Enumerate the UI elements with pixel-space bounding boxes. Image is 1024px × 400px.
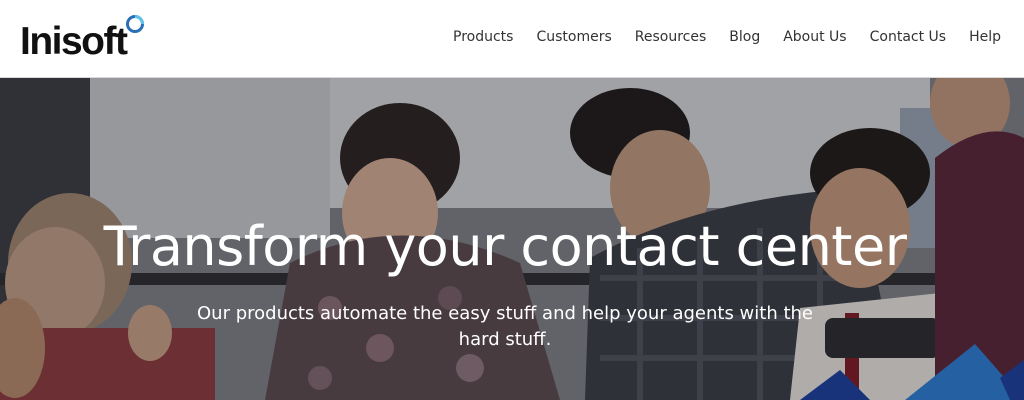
nav-contact-us[interactable]: Contact Us bbox=[870, 27, 946, 47]
nav-products[interactable]: Products bbox=[453, 27, 513, 47]
nav-customers[interactable]: Customers bbox=[536, 27, 611, 47]
main-nav: Products Customers Resources Blog About … bbox=[430, 26, 1001, 48]
nav-resources[interactable]: Resources bbox=[635, 27, 707, 47]
hero-banner: Transform your contact center Our produc… bbox=[0, 78, 1024, 400]
nav-about-us[interactable]: About Us bbox=[783, 27, 846, 47]
nav-blog[interactable]: Blog bbox=[729, 27, 760, 47]
logo-wordmark: Inisoft bbox=[20, 20, 128, 63]
nav-help[interactable]: Help bbox=[969, 27, 1001, 47]
hero-title: Transform your contact center bbox=[103, 215, 907, 278]
site-header: Inisoft Products Customers Resources Blo… bbox=[0, 0, 1024, 78]
hero-subtitle: Our products automate the easy stuff and… bbox=[197, 303, 813, 350]
logo-ring-icon bbox=[126, 15, 144, 33]
